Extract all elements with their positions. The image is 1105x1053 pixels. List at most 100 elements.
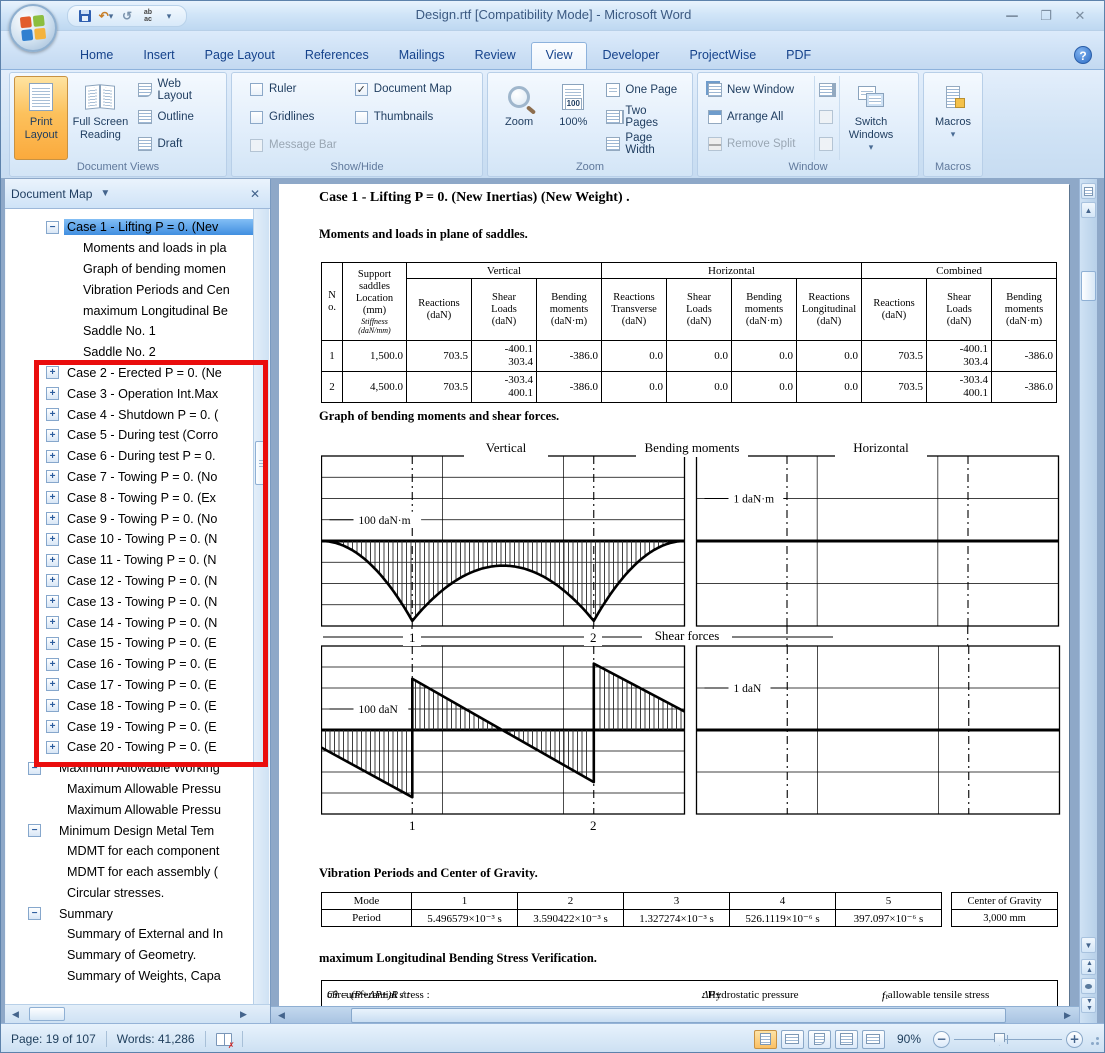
doc-map-item[interactable]: Circular stresses. xyxy=(6,883,253,904)
scrollbar-thumb[interactable] xyxy=(351,1008,1006,1023)
doc-map-item[interactable]: +Case 19 - Towing P = 0. (E xyxy=(6,716,253,737)
unchecked-checkbox-icon[interactable] xyxy=(250,83,263,96)
doc-map-item[interactable]: +Case 9 - Towing P = 0. (No xyxy=(6,508,253,529)
collapse-icon[interactable]: − xyxy=(28,824,41,837)
zoom-slider-thumb[interactable] xyxy=(994,1033,1005,1046)
word-count[interactable]: Words: 41,286 xyxy=(107,1029,205,1049)
tab-view[interactable]: View xyxy=(531,42,588,69)
checkbox-document-map[interactable]: ✓Document Map xyxy=(355,78,452,100)
scroll-right-arrow[interactable]: ▶ xyxy=(1059,1007,1076,1023)
doc-map-item[interactable]: +Case 13 - Towing P = 0. (N xyxy=(6,591,253,612)
full-screen-reading-button[interactable]: Full Screen Reading xyxy=(68,76,132,160)
doc-map-item[interactable]: +Case 6 - During test P = 0. xyxy=(6,446,253,467)
switch-windows-button[interactable]: Switch Windows ▾ xyxy=(840,76,902,160)
resize-grip[interactable] xyxy=(1087,1033,1100,1046)
expand-icon[interactable]: + xyxy=(46,720,59,733)
zoom-out-button[interactable]: − xyxy=(933,1031,950,1048)
tab-developer[interactable]: Developer xyxy=(587,42,674,69)
print-layout-button[interactable]: Print Layout xyxy=(14,76,68,160)
maximize-button[interactable]: ❐ xyxy=(1032,7,1060,25)
doc-map-item[interactable]: +Case 4 - Shutdown P = 0. ( xyxy=(6,404,253,425)
doc-map-item[interactable]: MDMT for each assembly ( xyxy=(6,862,253,883)
scrollbar-thumb[interactable] xyxy=(29,1007,65,1021)
doc-map-item[interactable]: +Case 12 - Towing P = 0. (N xyxy=(6,571,253,592)
chevron-down-icon[interactable]: ▼ xyxy=(100,188,110,199)
previous-page-button[interactable]: ▲▲ xyxy=(1081,959,1096,975)
page-width-button[interactable]: Page Width xyxy=(602,134,686,154)
expand-icon[interactable]: + xyxy=(46,470,59,483)
one-page-button[interactable]: One Page xyxy=(602,80,686,100)
expand-icon[interactable]: + xyxy=(46,429,59,442)
document-map-vertical-scrollbar[interactable] xyxy=(253,209,269,1004)
doc-map-item[interactable]: Summary of Weights, Capa xyxy=(6,966,253,987)
expand-icon[interactable]: + xyxy=(46,387,59,400)
scrollbar-thumb[interactable] xyxy=(255,441,268,485)
tab-review[interactable]: Review xyxy=(460,42,531,69)
full-screen-reading-view-button[interactable] xyxy=(781,1030,804,1049)
new-window-button[interactable]: New Window xyxy=(704,80,814,100)
expand-icon[interactable]: + xyxy=(46,699,59,712)
doc-map-item[interactable]: Summary of Geometry. xyxy=(6,945,253,966)
unchecked-checkbox-icon[interactable] xyxy=(250,111,263,124)
checkbox-thumbnails[interactable]: Thumbnails xyxy=(355,106,452,128)
zoom-level[interactable]: 90% xyxy=(889,1032,929,1046)
expand-icon[interactable]: + xyxy=(46,741,59,754)
close-button[interactable]: ✕ xyxy=(1066,7,1094,25)
scroll-right-arrow[interactable]: ▶ xyxy=(235,1006,252,1022)
collapse-icon[interactable]: − xyxy=(46,221,59,234)
outline-button[interactable]: Outline xyxy=(134,107,220,127)
doc-map-item[interactable]: +Case 20 - Towing P = 0. (E xyxy=(6,737,253,758)
doc-map-item[interactable]: Maximum Allowable Pressu xyxy=(6,799,253,820)
tab-projectwise[interactable]: ProjectWise xyxy=(674,42,771,69)
doc-map-item[interactable]: −Maximum Allowable Working xyxy=(6,758,253,779)
scrollbar-thumb[interactable] xyxy=(1081,271,1096,301)
expand-icon[interactable]: + xyxy=(46,450,59,463)
doc-map-item[interactable]: +Case 5 - During test (Corro xyxy=(6,425,253,446)
doc-map-item[interactable]: Moments and loads in pla xyxy=(6,238,253,259)
unchecked-checkbox-icon[interactable] xyxy=(355,111,368,124)
zoom-100-button[interactable]: 100 100% xyxy=(546,76,600,160)
expand-icon[interactable]: + xyxy=(46,491,59,504)
doc-map-item[interactable]: +Case 15 - Towing P = 0. (E xyxy=(6,633,253,654)
draft-view-button[interactable] xyxy=(862,1030,885,1049)
two-pages-button[interactable]: Two Pages xyxy=(602,107,686,127)
web-layout-view-button[interactable] xyxy=(808,1030,831,1049)
doc-map-item[interactable]: Saddle No. 1 xyxy=(6,321,253,342)
doc-map-item[interactable]: −Summary xyxy=(6,903,253,924)
web-layout-button[interactable]: Web Layout xyxy=(134,80,220,100)
doc-map-item[interactable]: Maximum Allowable Pressu xyxy=(6,779,253,800)
arrange-all-button[interactable]: Arrange All xyxy=(704,107,814,127)
doc-map-item[interactable]: maximum Longitudinal Be xyxy=(6,300,253,321)
checkbox-gridlines[interactable]: Gridlines xyxy=(250,106,337,128)
page-indicator[interactable]: Page: 19 of 107 xyxy=(1,1029,106,1049)
scroll-up-arrow[interactable]: ▲ xyxy=(1081,202,1096,218)
document-area[interactable]: Case 1 - Lifting P = 0. (New Inertias) (… xyxy=(271,179,1079,1023)
doc-map-item[interactable]: +Case 14 - Towing P = 0. (N xyxy=(6,612,253,633)
expand-icon[interactable]: + xyxy=(46,616,59,629)
close-icon[interactable]: ✕ xyxy=(246,185,264,203)
doc-map-item[interactable]: +Case 2 - Erected P = 0. (Ne xyxy=(6,363,253,384)
doc-map-item[interactable]: +Case 10 - Towing P = 0. (N xyxy=(6,529,253,550)
view-side-by-side-button[interactable] xyxy=(815,80,837,100)
expand-icon[interactable]: + xyxy=(46,595,59,608)
tab-references[interactable]: References xyxy=(290,42,384,69)
doc-map-item[interactable]: +Case 7 - Towing P = 0. (No xyxy=(6,467,253,488)
document-horizontal-scrollbar[interactable]: ◀ ▶ xyxy=(271,1006,1079,1023)
checked-checkbox-icon[interactable]: ✓ xyxy=(355,83,368,96)
expand-icon[interactable]: + xyxy=(46,574,59,587)
macros-button[interactable]: Macros ▾ xyxy=(928,76,978,160)
tab-home[interactable]: Home xyxy=(65,42,128,69)
draft-button[interactable]: Draft xyxy=(134,134,220,154)
proofing-status-button[interactable] xyxy=(206,1029,242,1049)
outline-view-button[interactable] xyxy=(835,1030,858,1049)
doc-map-item[interactable]: +Case 16 - Towing P = 0. (E xyxy=(6,654,253,675)
document-map-horizontal-scrollbar[interactable]: ◀ ▶ xyxy=(5,1004,270,1023)
doc-map-item[interactable]: Saddle No. 2 xyxy=(6,342,253,363)
help-button[interactable]: ? xyxy=(1074,46,1092,64)
ruler-toggle-button[interactable] xyxy=(1081,183,1096,199)
doc-map-item[interactable]: −Case 1 - Lifting P = 0. (Nev xyxy=(6,217,253,238)
zoom-slider[interactable] xyxy=(954,1031,1062,1048)
tab-pdf[interactable]: PDF xyxy=(771,42,826,69)
tab-insert[interactable]: Insert xyxy=(128,42,189,69)
expand-icon[interactable]: + xyxy=(46,678,59,691)
